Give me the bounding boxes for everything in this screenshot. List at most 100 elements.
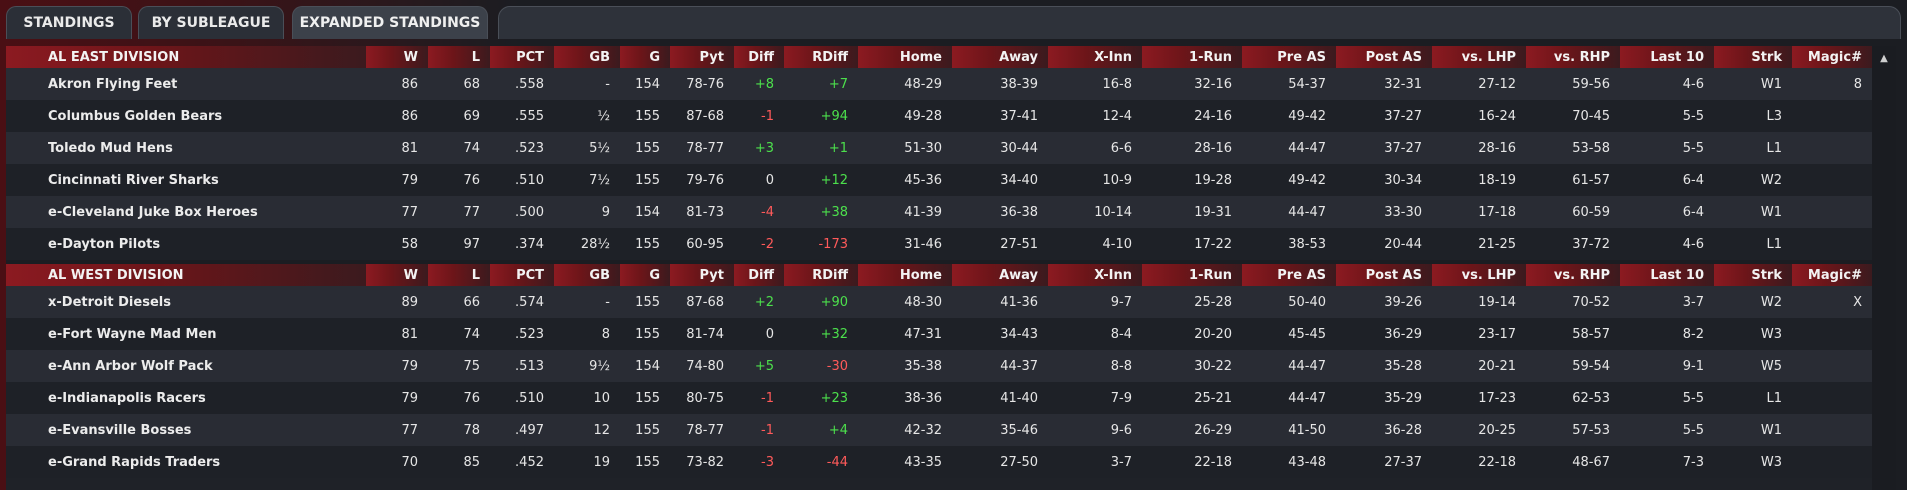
team-name[interactable]: Cincinnati River Sharks: [6, 164, 366, 196]
team-row[interactable]: e-Cleveland Juke Box Heroes 77 77.500 9 154 8…: [6, 196, 1872, 228]
column-header-post-as[interactable]: Post AS: [1336, 264, 1432, 286]
column-header-diff[interactable]: Diff: [734, 46, 784, 68]
stat-pct: .558: [490, 68, 554, 100]
stat-magic-: 8: [1792, 68, 1872, 100]
stat-pyt: 79-76: [670, 164, 734, 196]
column-header-gb[interactable]: GB: [554, 46, 620, 68]
stat-pre-as: 44-47: [1242, 382, 1336, 414]
team-name[interactable]: x-Detroit Diesels: [6, 286, 366, 318]
column-header-gb[interactable]: GB: [554, 264, 620, 286]
team-row[interactable]: e-Evansville Bosses 77 78.497 12 155 78-77 -1 +…: [6, 414, 1872, 446]
column-header-pyt[interactable]: Pyt: [670, 46, 734, 68]
division-name: AL WEST DIVISION: [6, 264, 366, 286]
column-header-pct[interactable]: PCT: [490, 264, 554, 286]
column-header-rdiff[interactable]: RDiff: [784, 264, 858, 286]
column-header-vs-rhp[interactable]: vs. RHP: [1526, 46, 1620, 68]
column-header-1-run[interactable]: 1-Run: [1142, 46, 1242, 68]
stat-pct: .374: [490, 228, 554, 260]
stat-pct: .497: [490, 414, 554, 446]
column-header-away[interactable]: Away: [952, 264, 1048, 286]
column-header-magic-[interactable]: Magic#: [1792, 46, 1872, 68]
tab-expanded-standings[interactable]: EXPANDED STANDINGS: [292, 6, 488, 39]
team-row[interactable]: e-Indianapolis Racers 79 76.510 10 155 80-75-…: [6, 382, 1872, 414]
team-name[interactable]: e-Ann Arbor Wolf Pack: [6, 350, 366, 382]
column-header-pyt[interactable]: Pyt: [670, 264, 734, 286]
stat-vs-rhp: 62-53: [1526, 382, 1620, 414]
column-header-1-run[interactable]: 1-Run: [1142, 264, 1242, 286]
tab-by-subleague[interactable]: BY SUBLEAGUE: [138, 6, 284, 39]
team-name[interactable]: e-Fort Wayne Mad Men: [6, 318, 366, 350]
stat-strk: W2: [1714, 164, 1792, 196]
column-header-l[interactable]: L: [428, 46, 490, 68]
team-row[interactable]: x-Detroit Diesels 89 66.574-155 87-68 +2 +90 4…: [6, 286, 1872, 318]
team-name[interactable]: Akron Flying Feet: [6, 68, 366, 100]
vertical-scrollbar[interactable]: [1872, 46, 1896, 490]
stat-diff: +8: [734, 68, 784, 100]
stat-x-inn: 10-14: [1048, 196, 1142, 228]
column-header-last-10[interactable]: Last 10: [1620, 264, 1714, 286]
team-name[interactable]: e-Cleveland Juke Box Heroes: [6, 196, 366, 228]
team-row[interactable]: Columbus Golden Bears 86 69.555 ½ 155 87-68 -1…: [6, 100, 1872, 132]
column-header-l[interactable]: L: [428, 264, 490, 286]
stat-home: 31-46: [858, 228, 952, 260]
column-header-pre-as[interactable]: Pre AS: [1242, 264, 1336, 286]
column-header-magic-[interactable]: Magic#: [1792, 264, 1872, 286]
column-header-diff[interactable]: Diff: [734, 264, 784, 286]
stat-diff: +3: [734, 132, 784, 164]
stat-pre-as: 41-50: [1242, 414, 1336, 446]
column-header-x-inn[interactable]: X-Inn: [1048, 46, 1142, 68]
column-header-last-10[interactable]: Last 10: [1620, 46, 1714, 68]
team-row[interactable]: e-Fort Wayne Mad Men 81 74.523 8 155 81-74 0 +3…: [6, 318, 1872, 350]
team-name[interactable]: Columbus Golden Bears: [6, 100, 366, 132]
stat-w: 79: [366, 350, 428, 382]
stat-pct: .510: [490, 382, 554, 414]
team-row[interactable]: Toledo Mud Hens 81 74.523 5½ 155 78-77 +3 +1 51-…: [6, 132, 1872, 164]
column-header-vs-lhp[interactable]: vs. LHP: [1432, 264, 1526, 286]
column-header-rdiff[interactable]: RDiff: [784, 46, 858, 68]
stat-x-inn: 12-4: [1048, 100, 1142, 132]
team-name[interactable]: e-Grand Rapids Traders: [6, 446, 366, 478]
team-name[interactable]: Toledo Mud Hens: [6, 132, 366, 164]
stat-x-inn: 3-7: [1048, 446, 1142, 478]
team-row[interactable]: e-Grand Rapids Traders 70 85.452 19 155 73-82…: [6, 446, 1872, 478]
team-name[interactable]: e-Evansville Bosses: [6, 414, 366, 446]
stat-vs-lhp: 18-19: [1432, 164, 1526, 196]
column-header-w[interactable]: W: [366, 46, 428, 68]
column-header-g[interactable]: G: [620, 264, 670, 286]
stat-gb: 10: [554, 382, 620, 414]
column-header-w[interactable]: W: [366, 264, 428, 286]
column-header-home[interactable]: Home: [858, 46, 952, 68]
stat-rdiff: +32: [784, 318, 858, 350]
stat-magic-: X: [1792, 286, 1872, 318]
column-header-post-as[interactable]: Post AS: [1336, 46, 1432, 68]
triangle-up-icon[interactable]: ▲: [1878, 52, 1890, 66]
column-header-vs-lhp[interactable]: vs. LHP: [1432, 46, 1526, 68]
team-row[interactable]: e-Dayton Pilots 58 97.374 28½ 155 60-95 -2 -173…: [6, 228, 1872, 260]
team-row[interactable]: e-Ann Arbor Wolf Pack 79 75.513 9½ 154 74-80 +…: [6, 350, 1872, 382]
stat-rdiff: -30: [784, 350, 858, 382]
tab-standings[interactable]: STANDINGS: [6, 6, 132, 39]
stat-g: 155: [620, 414, 670, 446]
stat-pct: .452: [490, 446, 554, 478]
standings-body: AL EAST DIVISION W L PCT GB G Pyt Diff RDiff Home…: [6, 46, 1872, 478]
column-header-away[interactable]: Away: [952, 46, 1048, 68]
team-name[interactable]: e-Dayton Pilots: [6, 228, 366, 260]
stat-away: 41-40: [952, 382, 1048, 414]
stat-pyt: 87-68: [670, 286, 734, 318]
column-header-pct[interactable]: PCT: [490, 46, 554, 68]
stat-post-as: 36-28: [1336, 414, 1432, 446]
team-row[interactable]: Akron Flying Feet 86 68.558-154 78-76 +8 +7 48…: [6, 68, 1872, 100]
column-header-strk[interactable]: Strk: [1714, 264, 1792, 286]
stat-vs-lhp: 17-23: [1432, 382, 1526, 414]
standings-panel: AL EAST DIVISION W L PCT GB G Pyt Diff RDiff Home…: [6, 46, 1872, 490]
column-header-pre-as[interactable]: Pre AS: [1242, 46, 1336, 68]
column-header-strk[interactable]: Strk: [1714, 46, 1792, 68]
column-header-g[interactable]: G: [620, 46, 670, 68]
column-header-vs-rhp[interactable]: vs. RHP: [1526, 264, 1620, 286]
column-header-x-inn[interactable]: X-Inn: [1048, 264, 1142, 286]
stat-home: 51-30: [858, 132, 952, 164]
column-header-home[interactable]: Home: [858, 264, 952, 286]
team-name[interactable]: e-Indianapolis Racers: [6, 382, 366, 414]
team-row[interactable]: Cincinnati River Sharks 79 76.510 7½ 155 79-7…: [6, 164, 1872, 196]
stat-l: 97: [428, 228, 490, 260]
